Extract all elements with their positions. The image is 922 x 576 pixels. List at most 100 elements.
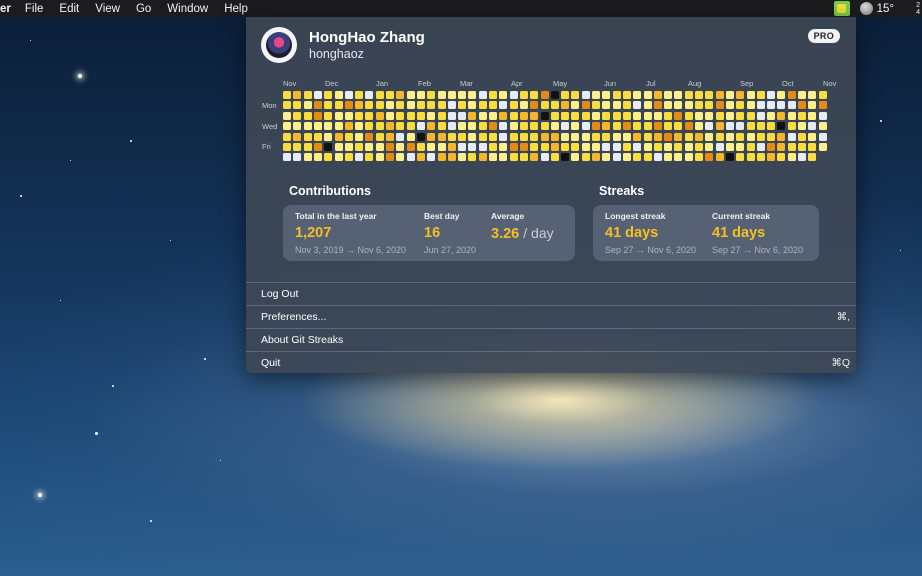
menu-help[interactable]: Help [224, 3, 248, 15]
menu-window[interactable]: Window [167, 3, 208, 15]
menubar-app-name[interactable]: er [0, 3, 11, 15]
heatmap-cell [561, 143, 570, 151]
heatmap-cell [519, 91, 528, 99]
heatmap-cell [756, 143, 765, 151]
pro-badge: PRO [807, 29, 840, 43]
heatmap-cell [468, 143, 477, 151]
quit-menu-item[interactable]: Quit ⌘Q [246, 351, 856, 373]
heatmap-cell [416, 91, 425, 99]
heatmap-cell [324, 132, 333, 141]
heatmap-cell [695, 122, 703, 131]
heatmap-cell [571, 111, 580, 120]
heatmap-cell [643, 91, 652, 99]
heatmap-cell [746, 143, 755, 151]
heatmap-cell [808, 132, 817, 141]
menu-view[interactable]: View [95, 3, 120, 15]
git-streaks-status-icon[interactable] [833, 1, 850, 16]
heatmap-cell [715, 111, 724, 120]
heatmap-cell [447, 91, 456, 99]
heatmap-cell [468, 122, 477, 131]
heatmap-cell [416, 111, 425, 120]
preferences-menu-item[interactable]: Preferences... ⌘, [246, 305, 856, 328]
weather-icon[interactable] [859, 2, 873, 15]
heatmap-cell [365, 153, 374, 162]
star [900, 250, 901, 251]
star [220, 460, 221, 461]
heatmap-cell [746, 111, 755, 120]
heatmap-cell [468, 132, 477, 141]
heatmap-cell [283, 101, 291, 110]
heatmap-cell [303, 143, 312, 151]
heatmap-cell [427, 132, 436, 141]
heatmap-cell [375, 111, 384, 120]
heatmap-cell [798, 143, 806, 151]
heatmap-cell [787, 111, 796, 120]
menu-edit[interactable]: Edit [59, 3, 79, 15]
menu-file[interactable]: File [25, 3, 44, 15]
heatmap-cell [396, 111, 405, 120]
heatmap-cell [530, 143, 539, 151]
heatmap-cell [612, 101, 621, 110]
heatmap-cell [437, 111, 446, 120]
longest-streak-label: Longest streak [605, 211, 666, 221]
heatmap-cell [777, 132, 786, 141]
heatmap-cell [530, 153, 539, 162]
heatmap-cell [592, 91, 600, 99]
heatmap-cell [499, 143, 508, 151]
heatmap-cell [519, 143, 528, 151]
average-number: 3.26 [491, 226, 520, 242]
heatmap-cell [756, 91, 765, 99]
logout-label: Log Out [261, 288, 299, 300]
heatmap-cell [581, 91, 590, 99]
heatmap-cell [406, 143, 415, 151]
heatmap-cell [427, 122, 436, 131]
star [60, 300, 61, 301]
heatmap-cell [406, 122, 415, 131]
heatmap-cell [283, 143, 291, 151]
menu-go[interactable]: Go [136, 3, 151, 15]
heatmap-cell [386, 101, 394, 110]
heatmap-cell [530, 122, 539, 131]
heatmap-cell [664, 153, 673, 162]
heatmap-cell [777, 122, 786, 131]
menu-bar: er File Edit View Go Window Help 15° 2 4 [0, 0, 922, 17]
heatmap-cell [530, 91, 539, 99]
heatmap-cell [643, 132, 652, 141]
about-menu-item[interactable]: About Git Streaks [246, 328, 856, 351]
month-label: Dec [325, 79, 339, 88]
menubar-clock[interactable]: 2 4 [908, 2, 920, 16]
heatmap-cell [798, 122, 806, 131]
heatmap-cell [489, 101, 497, 110]
contributions-title: Contributions [289, 184, 371, 198]
heatmap-cell [571, 91, 580, 99]
month-label: Aug [688, 79, 702, 88]
heatmap-cell [746, 153, 755, 162]
heatmap-cell [684, 91, 693, 99]
streaks-card: Longest streak 41 days Sep 27 → Nov 6, 2… [593, 205, 819, 261]
heatmap-cell [571, 101, 580, 110]
heatmap-cell [798, 153, 806, 162]
heatmap-cell [664, 101, 673, 110]
heatmap-cell [334, 101, 343, 110]
heatmap-cell [705, 153, 714, 162]
heatmap-cell [334, 132, 343, 141]
heatmap-cell [612, 132, 621, 141]
heatmap-cell [458, 132, 467, 141]
star [30, 40, 31, 41]
heatmap-cell [375, 122, 384, 131]
heatmap-cell [519, 153, 528, 162]
heatmap-cell [653, 143, 662, 151]
heatmap-cell [767, 91, 776, 99]
heatmap-cell [406, 111, 415, 120]
heatmap-cell [736, 122, 745, 131]
heatmap-cell [530, 132, 539, 141]
logout-menu-item[interactable]: Log Out [246, 282, 856, 305]
heatmap-cell [313, 143, 322, 151]
weather-temperature[interactable]: 15° [877, 3, 894, 15]
heatmap-cell [447, 132, 456, 141]
heatmap-cell [365, 143, 374, 151]
month-label: Feb [418, 79, 431, 88]
heatmap-cell [355, 122, 364, 131]
heatmap-cell [622, 111, 631, 120]
heatmap-cell [633, 153, 642, 162]
